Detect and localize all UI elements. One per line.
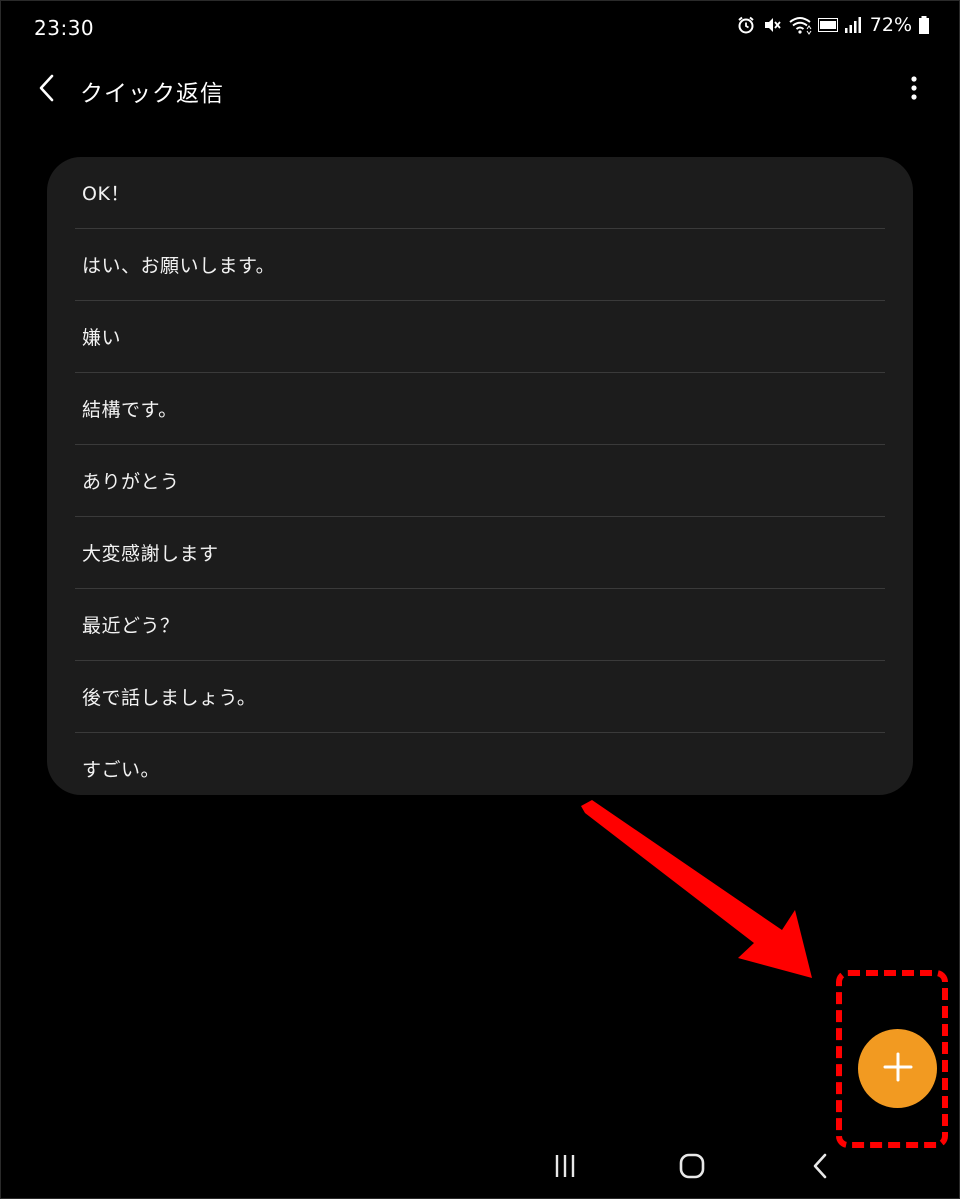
- quick-reply-item[interactable]: 後で話しましょう。: [75, 660, 885, 732]
- status-icons: 72%: [736, 14, 930, 36]
- battery-icon: [918, 15, 930, 35]
- quick-reply-label: OK！: [82, 183, 130, 205]
- quick-reply-item[interactable]: 嫌い: [75, 300, 885, 372]
- status-time: 23:30: [34, 16, 95, 40]
- quick-reply-item[interactable]: 最近どう？: [75, 588, 885, 660]
- vibrate-mute-icon: [762, 15, 782, 35]
- page-title: クイック返信: [80, 81, 224, 107]
- quick-reply-label: 後で話しましょう。: [82, 687, 257, 709]
- recents-icon: [552, 1153, 578, 1183]
- alarm-icon: [736, 15, 756, 35]
- signal-icon: [844, 16, 862, 34]
- system-back-button[interactable]: [795, 1148, 845, 1188]
- battery-percent: 72%: [869, 14, 912, 36]
- wifi-icon: [788, 15, 812, 35]
- quick-reply-list: OK！ はい、お願いします。 嫌い 結構です。 ありがとう 大変感謝します 最近…: [47, 157, 913, 795]
- quick-reply-label: はい、お願いします。: [82, 255, 276, 277]
- back-icon: [810, 1152, 830, 1184]
- more-options-button[interactable]: [896, 70, 932, 110]
- home-button[interactable]: [667, 1148, 717, 1188]
- home-icon: [678, 1152, 706, 1184]
- quick-reply-item[interactable]: すごい。: [75, 732, 885, 795]
- quick-reply-item[interactable]: OK！: [75, 157, 885, 228]
- quick-reply-label: 嫌い: [82, 327, 122, 349]
- quick-reply-label: 最近どう？: [82, 615, 180, 637]
- recents-button[interactable]: [540, 1148, 590, 1188]
- more-vertical-icon: [910, 75, 918, 105]
- chevron-left-icon: [35, 73, 57, 107]
- quick-reply-label: 結構です。: [82, 399, 178, 421]
- back-button[interactable]: [24, 68, 68, 112]
- quick-reply-label: すごい。: [82, 759, 161, 781]
- quick-reply-item[interactable]: ありがとう: [75, 444, 885, 516]
- plus-icon: [881, 1050, 915, 1088]
- quick-reply-item[interactable]: はい、お願いします。: [75, 228, 885, 300]
- quick-reply-item[interactable]: 結構です。: [75, 372, 885, 444]
- add-quick-reply-button[interactable]: [858, 1029, 937, 1108]
- quick-reply-label: 大変感謝します: [82, 543, 219, 565]
- status-bar: 23:30 72%: [0, 0, 960, 58]
- navigation-bar: [0, 1140, 960, 1199]
- volte-icon: [817, 18, 838, 32]
- app-bar: クイック返信: [0, 58, 960, 122]
- quick-reply-item[interactable]: 大変感謝します: [75, 516, 885, 588]
- quick-reply-label: ありがとう: [82, 471, 180, 493]
